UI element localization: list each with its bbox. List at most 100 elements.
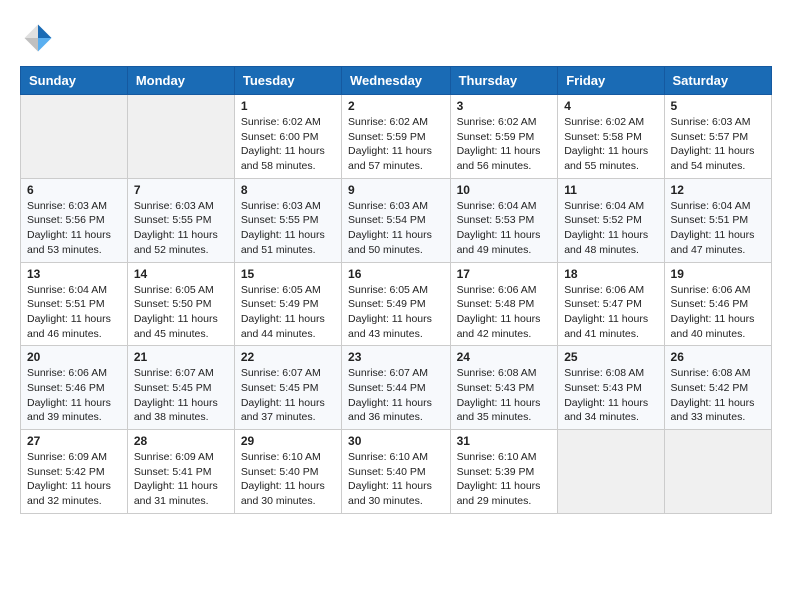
calendar-cell: 5Sunrise: 6:03 AMSunset: 5:57 PMDaylight…	[664, 95, 771, 179]
calendar-cell: 18Sunrise: 6:06 AMSunset: 5:47 PMDayligh…	[558, 262, 664, 346]
sunset-text: Sunset: 5:42 PM	[27, 465, 121, 480]
sunset-text: Sunset: 5:54 PM	[348, 213, 444, 228]
day-number: 7	[134, 183, 228, 197]
sunrise-text: Sunrise: 6:08 AM	[564, 366, 657, 381]
daylight-text: Daylight: 11 hours and 35 minutes.	[457, 396, 552, 425]
day-number: 17	[457, 267, 552, 281]
sunset-text: Sunset: 5:56 PM	[27, 213, 121, 228]
week-row-2: 6Sunrise: 6:03 AMSunset: 5:56 PMDaylight…	[21, 178, 772, 262]
calendar-cell: 14Sunrise: 6:05 AMSunset: 5:50 PMDayligh…	[127, 262, 234, 346]
day-number: 30	[348, 434, 444, 448]
cell-content: Sunrise: 6:04 AMSunset: 5:52 PMDaylight:…	[564, 199, 657, 258]
sunrise-text: Sunrise: 6:05 AM	[348, 283, 444, 298]
calendar-cell: 15Sunrise: 6:05 AMSunset: 5:49 PMDayligh…	[234, 262, 341, 346]
sunset-text: Sunset: 5:42 PM	[671, 381, 765, 396]
day-number: 29	[241, 434, 335, 448]
cell-content: Sunrise: 6:04 AMSunset: 5:53 PMDaylight:…	[457, 199, 552, 258]
calendar-table: SundayMondayTuesdayWednesdayThursdayFrid…	[20, 66, 772, 514]
sunrise-text: Sunrise: 6:07 AM	[134, 366, 228, 381]
cell-content: Sunrise: 6:10 AMSunset: 5:40 PMDaylight:…	[241, 450, 335, 509]
daylight-text: Daylight: 11 hours and 57 minutes.	[348, 144, 444, 173]
weekday-header-tuesday: Tuesday	[234, 67, 341, 95]
page-header	[20, 20, 772, 56]
logo-icon	[20, 20, 56, 56]
daylight-text: Daylight: 11 hours and 46 minutes.	[27, 312, 121, 341]
sunset-text: Sunset: 5:59 PM	[348, 130, 444, 145]
sunrise-text: Sunrise: 6:10 AM	[457, 450, 552, 465]
cell-content: Sunrise: 6:09 AMSunset: 5:42 PMDaylight:…	[27, 450, 121, 509]
cell-content: Sunrise: 6:05 AMSunset: 5:49 PMDaylight:…	[348, 283, 444, 342]
day-number: 19	[671, 267, 765, 281]
cell-content: Sunrise: 6:06 AMSunset: 5:46 PMDaylight:…	[671, 283, 765, 342]
sunset-text: Sunset: 5:46 PM	[671, 297, 765, 312]
daylight-text: Daylight: 11 hours and 51 minutes.	[241, 228, 335, 257]
cell-content: Sunrise: 6:08 AMSunset: 5:43 PMDaylight:…	[457, 366, 552, 425]
daylight-text: Daylight: 11 hours and 52 minutes.	[134, 228, 228, 257]
weekday-header-monday: Monday	[127, 67, 234, 95]
sunrise-text: Sunrise: 6:08 AM	[671, 366, 765, 381]
daylight-text: Daylight: 11 hours and 56 minutes.	[457, 144, 552, 173]
daylight-text: Daylight: 11 hours and 30 minutes.	[241, 479, 335, 508]
daylight-text: Daylight: 11 hours and 37 minutes.	[241, 396, 335, 425]
sunrise-text: Sunrise: 6:05 AM	[134, 283, 228, 298]
daylight-text: Daylight: 11 hours and 32 minutes.	[27, 479, 121, 508]
daylight-text: Daylight: 11 hours and 50 minutes.	[348, 228, 444, 257]
daylight-text: Daylight: 11 hours and 47 minutes.	[671, 228, 765, 257]
sunset-text: Sunset: 6:00 PM	[241, 130, 335, 145]
daylight-text: Daylight: 11 hours and 33 minutes.	[671, 396, 765, 425]
daylight-text: Daylight: 11 hours and 44 minutes.	[241, 312, 335, 341]
sunrise-text: Sunrise: 6:02 AM	[457, 115, 552, 130]
sunset-text: Sunset: 5:51 PM	[671, 213, 765, 228]
sunset-text: Sunset: 5:53 PM	[457, 213, 552, 228]
sunset-text: Sunset: 5:46 PM	[27, 381, 121, 396]
cell-content: Sunrise: 6:04 AMSunset: 5:51 PMDaylight:…	[671, 199, 765, 258]
calendar-cell: 17Sunrise: 6:06 AMSunset: 5:48 PMDayligh…	[450, 262, 558, 346]
calendar-cell: 29 Sunrise: 6:10 AMSunset: 5:40 PMDayligh…	[234, 430, 341, 514]
sunset-text: Sunset: 5:40 PM	[348, 465, 444, 480]
day-number: 11	[564, 183, 657, 197]
weekday-header-row: SundayMondayTuesdayWednesdayThursdayFrid…	[21, 67, 772, 95]
calendar-cell: 24Sunrise: 6:08 AMSunset: 5:43 PMDayligh…	[450, 346, 558, 430]
sunrise-text: Sunrise: 6:02 AM	[241, 115, 335, 130]
calendar-cell: 3Sunrise: 6:02 AMSunset: 5:59 PMDaylight…	[450, 95, 558, 179]
sunset-text: Sunset: 5:52 PM	[564, 213, 657, 228]
calendar-cell: 31Sunrise: 6:10 AMSunset: 5:39 PMDayligh…	[450, 430, 558, 514]
sunrise-text: Sunrise: 6:02 AM	[564, 115, 657, 130]
cell-content: Sunrise: 6:10 AMSunset: 5:39 PMDaylight:…	[457, 450, 552, 509]
sunset-text: Sunset: 5:57 PM	[671, 130, 765, 145]
cell-content: Sunrise: 6:02 AMSunset: 5:59 PMDaylight:…	[457, 115, 552, 174]
calendar-cell: 28Sunrise: 6:09 AMSunset: 5:41 PMDayligh…	[127, 430, 234, 514]
calendar-cell: 7 Sunrise: 6:03 AMSunset: 5:55 PMDaylight…	[127, 178, 234, 262]
calendar-cell: 13Sunrise: 6:04 AMSunset: 5:51 PMDayligh…	[21, 262, 128, 346]
calendar-cell	[21, 95, 128, 179]
daylight-text: Daylight: 11 hours and 39 minutes.	[27, 396, 121, 425]
sunrise-text: Sunrise: 6:06 AM	[564, 283, 657, 298]
sunrise-text: Sunrise: 6:03 AM	[134, 199, 228, 214]
weekday-header-friday: Friday	[558, 67, 664, 95]
day-number: 9	[348, 183, 444, 197]
day-number: 18	[564, 267, 657, 281]
sunrise-text: Sunrise: 6:03 AM	[348, 199, 444, 214]
week-row-3: 13Sunrise: 6:04 AMSunset: 5:51 PMDayligh…	[21, 262, 772, 346]
cell-content: Sunrise: 6:03 AMSunset: 5:54 PMDaylight:…	[348, 199, 444, 258]
sunrise-text: Sunrise: 6:02 AM	[348, 115, 444, 130]
daylight-text: Daylight: 11 hours and 54 minutes.	[671, 144, 765, 173]
sunset-text: Sunset: 5:50 PM	[134, 297, 228, 312]
day-number: 26	[671, 350, 765, 364]
daylight-text: Daylight: 11 hours and 41 minutes.	[564, 312, 657, 341]
calendar-cell: 12Sunrise: 6:04 AMSunset: 5:51 PMDayligh…	[664, 178, 771, 262]
daylight-text: Daylight: 11 hours and 49 minutes.	[457, 228, 552, 257]
cell-content: Sunrise: 6:07 AMSunset: 5:45 PMDaylight:…	[241, 366, 335, 425]
cell-content: Sunrise: 6:03 AMSunset: 5:56 PMDaylight:…	[27, 199, 121, 258]
daylight-text: Daylight: 11 hours and 30 minutes.	[348, 479, 444, 508]
calendar-cell: 30 Sunrise: 6:10 AMSunset: 5:40 PMDayligh…	[342, 430, 451, 514]
sunset-text: Sunset: 5:45 PM	[241, 381, 335, 396]
daylight-text: Daylight: 11 hours and 40 minutes.	[671, 312, 765, 341]
cell-content: Sunrise: 6:03 AMSunset: 5:55 PMDaylight:…	[134, 199, 228, 258]
cell-content: Sunrise: 6:10 AMSunset: 5:40 PMDaylight:…	[348, 450, 444, 509]
calendar-cell: 10Sunrise: 6:04 AMSunset: 5:53 PMDayligh…	[450, 178, 558, 262]
sunrise-text: Sunrise: 6:04 AM	[27, 283, 121, 298]
calendar-cell	[664, 430, 771, 514]
calendar-cell: 26 Sunrise: 6:08 AMSunset: 5:42 PMDayligh…	[664, 346, 771, 430]
cell-content: Sunrise: 6:07 AMSunset: 5:44 PMDaylight:…	[348, 366, 444, 425]
